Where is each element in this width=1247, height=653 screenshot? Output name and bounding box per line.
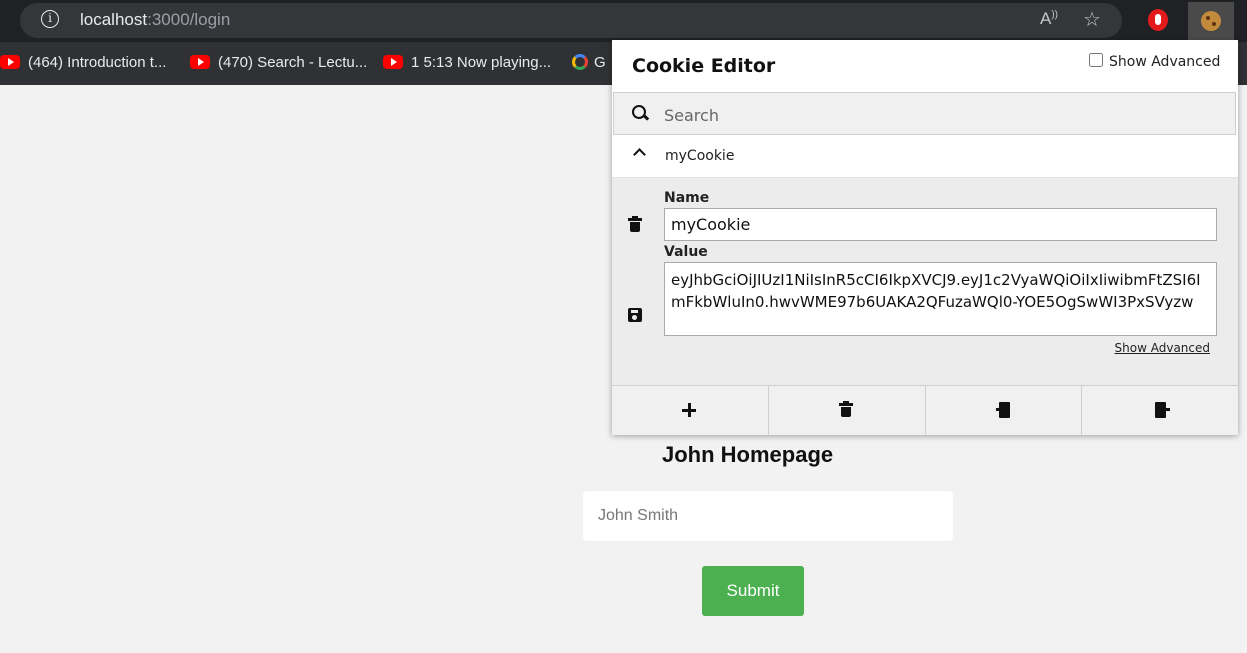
url-path: :3000/login <box>147 10 231 29</box>
export-button[interactable] <box>1082 386 1238 435</box>
cookie-name-field[interactable] <box>664 208 1217 241</box>
delete-cookie-icon[interactable] <box>628 216 642 232</box>
bookmark-item[interactable]: (464) Introduction t... <box>0 54 166 74</box>
youtube-icon <box>190 55 210 69</box>
name-input[interactable] <box>583 491 953 541</box>
search-icon <box>632 105 646 119</box>
show-advanced-label: Show Advanced <box>1109 54 1221 70</box>
show-advanced-toggle[interactable]: Show Advanced <box>1089 53 1220 70</box>
adblock-extension-icon[interactable] <box>1148 9 1168 31</box>
cookie-value-field[interactable]: eyJhbGciOiJIUzI1NiIsInR5cCI6IkpXVCJ9.eyJ… <box>664 262 1217 336</box>
save-icon[interactable] <box>628 308 642 322</box>
cookie-icon <box>1201 11 1221 31</box>
search-bar <box>613 92 1236 135</box>
chevron-up-icon[interactable] <box>633 148 646 161</box>
cookie-editor-toolbar <box>612 385 1238 435</box>
youtube-icon <box>383 55 403 69</box>
bookmark-label: (470) Search - Lectu... <box>218 54 368 71</box>
bookmark-item[interactable]: 1 5:13 Now playing... <box>383 54 551 74</box>
youtube-icon <box>0 55 20 69</box>
bookmark-label: 1 5:13 Now playing... <box>411 54 552 71</box>
info-icon[interactable]: i <box>41 10 59 28</box>
trash-icon <box>838 401 853 417</box>
url-text[interactable]: localhost:3000/login <box>80 10 230 30</box>
value-label: Value <box>664 244 708 260</box>
browser-toolbar: i localhost:3000/login A)) ☆ <box>0 0 1247 42</box>
delete-all-button[interactable] <box>768 386 926 435</box>
import-button[interactable] <box>925 386 1083 435</box>
plus-icon <box>682 403 696 417</box>
show-advanced-link[interactable]: Show Advanced <box>1115 341 1210 355</box>
google-cloud-icon <box>572 54 588 70</box>
cookie-details: Name Value eyJhbGciOiJIUzI1NiIsInR5cCI6I… <box>612 178 1238 385</box>
read-aloud-icon[interactable]: A)) <box>1040 9 1058 29</box>
bookmark-item[interactable]: G <box>572 54 606 74</box>
cookie-editor-popup: Cookie Editor Show Advanced myCookie Nam… <box>612 40 1238 435</box>
bookmark-item[interactable]: (470) Search - Lectu... <box>190 54 367 74</box>
bookmark-label: (464) Introduction t... <box>28 54 167 71</box>
export-icon <box>1152 402 1171 418</box>
url-host: localhost <box>80 10 148 29</box>
import-icon <box>995 402 1010 418</box>
add-favorite-icon[interactable]: ☆ <box>1083 7 1101 32</box>
popup-title: Cookie Editor <box>632 55 776 77</box>
cookie-editor-extension-button[interactable] <box>1188 2 1234 40</box>
bookmark-label: G <box>594 54 606 71</box>
search-input[interactable] <box>662 101 1206 129</box>
cookie-header-row[interactable]: myCookie <box>612 135 1238 178</box>
cookie-name-label: myCookie <box>665 148 735 164</box>
page-title: John Homepage <box>662 442 834 467</box>
add-cookie-button[interactable] <box>612 386 769 435</box>
show-advanced-checkbox[interactable] <box>1089 53 1103 67</box>
name-label: Name <box>664 190 710 206</box>
submit-button[interactable]: Submit <box>702 566 804 616</box>
